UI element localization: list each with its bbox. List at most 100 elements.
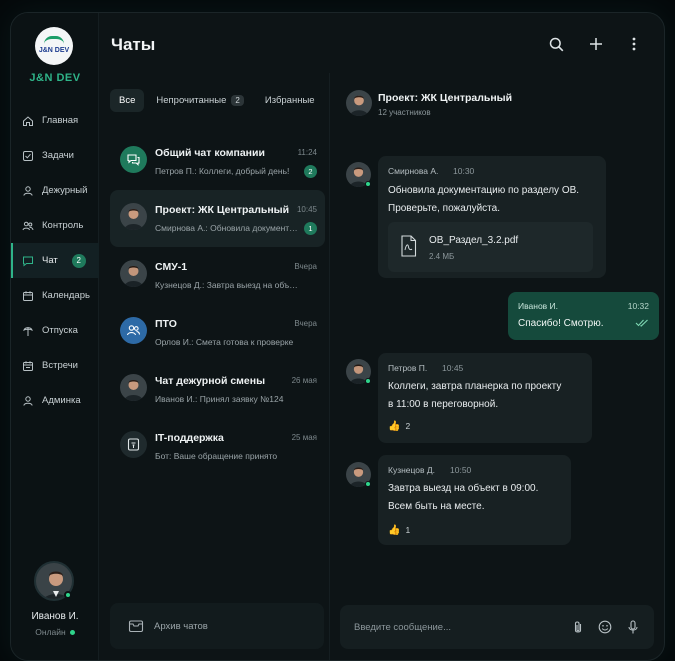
thumbs-up-icon: 👍	[388, 420, 401, 432]
chat-time: Вчера	[294, 319, 317, 328]
sidebar-item-meetings[interactable]: Встречи	[11, 348, 99, 383]
sidebar-item-label: Отпуска	[42, 325, 78, 336]
message-author: Смирнова А.	[388, 166, 439, 176]
message-author: Петров П.	[388, 363, 428, 373]
chat-name: СМУ-1	[155, 261, 188, 273]
more-vertical-icon[interactable]	[625, 35, 643, 53]
sidebar-item-label: Контроль	[42, 220, 84, 231]
message-time: 10:45	[442, 363, 464, 373]
sidebar-nav: Главная Задачи Дежурный Контроль Чат 2 К…	[11, 103, 99, 418]
message-time: 10:30	[453, 166, 475, 176]
users-icon	[120, 317, 147, 344]
brand-name: J&N DEV	[29, 72, 81, 84]
thumbs-up-icon: 👍	[388, 524, 401, 536]
microphone-icon[interactable]	[625, 619, 641, 635]
chat-name: ПТО	[155, 318, 177, 330]
sidebar-item-label: Чат	[42, 255, 58, 266]
file-size: 2.4 МБ	[429, 252, 455, 261]
reaction-badge[interactable]: 👍 1	[388, 522, 410, 538]
chat-item-project[interactable]: Проект: ЖК Центральный Смирнова А.: Обно…	[110, 190, 325, 247]
profile-name: Иванов И.	[31, 611, 79, 622]
sidebar-item-admin[interactable]: Админка	[11, 383, 99, 418]
chat-preview: Орлов И.: Смета готова к проверке	[155, 337, 294, 347]
control-icon	[21, 219, 34, 232]
message-input[interactable]	[340, 605, 560, 649]
conversation-title: Проект: ЖК Центральный	[378, 92, 513, 104]
sidebar-item-label: Дежурный	[42, 185, 88, 196]
message-author: Кузнецов Д.	[388, 465, 436, 475]
chat-name: IT-поддержка	[155, 432, 224, 444]
chat-list: Общий чат компании Петров П.: Коллеги, д…	[110, 133, 325, 475]
duty-icon	[21, 184, 34, 197]
person-avatar	[120, 374, 147, 401]
conversation-panel: Проект: ЖК Центральный 12 участников Сми…	[331, 73, 664, 660]
chat-item-smu[interactable]: СМУ-1 Кузнецов Д.: Завтра выезд на объек…	[110, 247, 325, 304]
admin-icon	[21, 394, 34, 407]
chat-time: 25 мая	[291, 433, 317, 442]
archive-button[interactable]: Архив чатов	[110, 603, 324, 649]
sidebar-item-vacation[interactable]: Отпуска	[11, 313, 99, 348]
message-bubble: Смирнова А. 10:30 Обновила документацию …	[378, 156, 606, 278]
sidebar-item-duty[interactable]: Дежурный	[11, 173, 99, 208]
profile-status: Онлайн	[11, 627, 99, 637]
app-window: J&N DEV J&N DEV Главная Задачи Дежурный …	[10, 12, 665, 661]
sidebar: J&N DEV J&N DEV Главная Задачи Дежурный …	[11, 13, 99, 660]
outgoing-message-bubble: Иванов И. 10:32 Спасибо! Смотрю.	[508, 292, 659, 340]
chat-preview: Смирнова А.: Обновила документацию	[155, 223, 300, 233]
chat-preview: Иванов И.: Принял заявку №124	[155, 394, 284, 404]
sidebar-item-control[interactable]: Контроль	[11, 208, 99, 243]
paperclip-icon[interactable]	[570, 619, 586, 635]
unread-badge: 2	[71, 253, 86, 268]
tab-unread[interactable]: Непрочитанные 2	[147, 89, 253, 112]
support-icon	[120, 431, 147, 458]
search-icon[interactable]	[547, 35, 565, 53]
chat-time: 26 мая	[291, 376, 317, 385]
home-icon	[21, 114, 34, 127]
message-time: 10:32	[627, 301, 649, 311]
chat-item-duty-shift[interactable]: Чат дежурной смены Иванов И.: Принял зая…	[110, 361, 325, 418]
chat-icon	[21, 254, 34, 267]
chat-list-panel: Все Непрочитанные 2 Избранные Общий чат к…	[100, 73, 330, 660]
reaction-badge[interactable]: 👍 2	[388, 418, 410, 434]
file-attachment[interactable]: ОВ_Раздел_3.2.pdf 2.4 МБ	[388, 222, 593, 272]
chat-item-pto[interactable]: ПТО Орлов И.: Смета готова к проверке Вч…	[110, 304, 325, 361]
participants-count: 12 участников	[378, 108, 431, 117]
tab-favorites[interactable]: Избранные	[256, 89, 324, 112]
message-author: Иванов И.	[518, 301, 559, 311]
online-status-dot	[365, 378, 371, 384]
person-avatar	[120, 260, 147, 287]
calendar-icon	[21, 289, 34, 302]
chat-preview: Кузнецов Д.: Завтра выезд на объект	[155, 280, 300, 290]
sidebar-item-home[interactable]: Главная	[11, 103, 99, 138]
sidebar-item-tasks[interactable]: Задачи	[11, 138, 99, 173]
archive-label: Архив чатов	[154, 620, 208, 632]
message-bubble: Кузнецов Д. 10:50 Завтра выезд на объект…	[378, 455, 571, 545]
page-title: Чаты	[111, 35, 156, 54]
unread-badge: 2	[304, 165, 317, 178]
tasks-icon	[21, 149, 34, 162]
chat-preview: Бот: Ваше обращение принято	[155, 451, 278, 461]
online-status-dot	[365, 481, 371, 487]
group-icon	[120, 146, 147, 173]
chat-item-it-support[interactable]: IT-поддержка Бот: Ваше обращение принято…	[110, 418, 325, 475]
chat-time: 11:24	[297, 148, 317, 157]
sidebar-item-chat[interactable]: Чат 2	[11, 243, 99, 278]
vacation-icon	[21, 324, 34, 337]
emoji-icon[interactable]	[597, 619, 613, 635]
chat-name: Общий чат компании	[155, 147, 265, 159]
message-time: 10:50	[450, 465, 472, 475]
brand-logo[interactable]: J&N DEV	[35, 27, 73, 65]
read-checkmark-icon	[635, 319, 649, 327]
conversation-avatar[interactable]	[346, 90, 372, 116]
person-avatar	[120, 203, 147, 230]
chat-time: 10:45	[296, 205, 317, 214]
chat-item-company[interactable]: Общий чат компании Петров П.: Коллеги, д…	[110, 133, 325, 190]
sidebar-item-calendar[interactable]: Календарь	[11, 278, 99, 313]
file-name: ОВ_Раздел_3.2.pdf	[429, 235, 519, 246]
plus-icon[interactable]	[587, 35, 605, 53]
sidebar-item-label: Календарь	[42, 290, 90, 301]
tab-all[interactable]: Все	[110, 89, 145, 112]
chat-preview: Петров П.: Коллеги, добрый день!	[155, 166, 290, 176]
message-bubble: Петров П. 10:45 Коллеги, завтра планерка…	[378, 353, 592, 443]
reaction-count: 2	[405, 421, 411, 431]
